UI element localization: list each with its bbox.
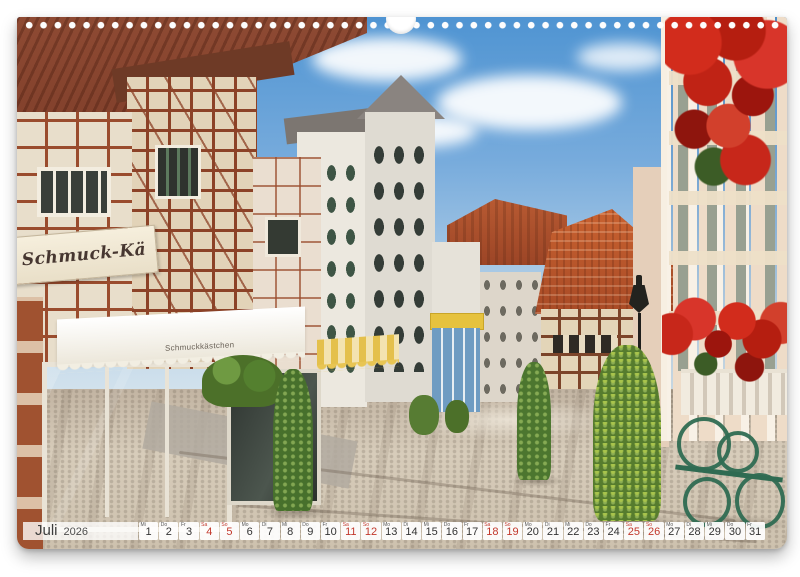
day-cell: Fr24 <box>604 522 623 540</box>
day-cell: Mo6 <box>240 522 259 540</box>
bench-scroll <box>683 477 731 527</box>
day-cell: Mi8 <box>281 522 300 540</box>
day-cell: Mo27 <box>665 522 684 540</box>
red-flower-boxes <box>662 289 787 389</box>
day-cell: Sa4 <box>200 522 219 540</box>
jewelry-shop-sign-text: Schmuck-Kä <box>21 240 147 271</box>
awning-text: Schmuckkästchen <box>165 340 234 353</box>
window-mullion <box>105 367 109 517</box>
day-cell: So12 <box>361 522 380 540</box>
day-cell: Fr10 <box>321 522 340 540</box>
day-cell: Do16 <box>442 522 461 540</box>
day-cell: Fr3 <box>179 522 198 540</box>
day-cell: Do2 <box>159 522 178 540</box>
day-cell: Mo20 <box>523 522 542 540</box>
day-cell: Sa25 <box>624 522 643 540</box>
topiary-column <box>273 369 313 511</box>
window <box>155 145 201 199</box>
timber-corner-post <box>17 297 43 549</box>
bench-scroll <box>717 431 759 473</box>
day-cell: So26 <box>644 522 663 540</box>
day-cell: Di28 <box>685 522 704 540</box>
day-cell: Mi22 <box>564 522 583 540</box>
window <box>265 217 301 257</box>
day-cell: Mi29 <box>705 522 724 540</box>
wrought-iron-bench <box>675 415 787 525</box>
day-cell: Mi1 <box>139 522 158 540</box>
bush <box>445 400 469 433</box>
topiary-column <box>517 362 551 480</box>
day-cell: Di7 <box>260 522 279 540</box>
day-cell: Do9 <box>301 522 320 540</box>
day-cell: Sa11 <box>341 522 360 540</box>
window-mullion <box>165 367 169 517</box>
day-cell: So19 <box>503 522 522 540</box>
hedge <box>202 355 284 407</box>
day-cell: Di14 <box>402 522 421 540</box>
lantern-finial <box>636 275 642 287</box>
window-row <box>553 335 617 353</box>
day-cell: Mo13 <box>382 522 401 540</box>
red-flower-cascade <box>665 17 787 187</box>
year-label: 2026 <box>64 526 88 538</box>
calendar-product-image: Schmuck-Kä Schmuckkästchen <box>0 0 800 577</box>
window <box>37 167 111 217</box>
day-cells: Mi1Do2Fr3Sa4So5Mo6Di7Mi8Do9Fr10Sa11So12M… <box>139 522 765 540</box>
day-cell: Fr17 <box>463 522 482 540</box>
cloud <box>577 43 667 71</box>
calendar-page: Schmuck-Kä Schmuckkästchen <box>17 17 787 549</box>
day-cell: Di21 <box>543 522 562 540</box>
day-cell: Do23 <box>584 522 603 540</box>
day-cell: Sa18 <box>483 522 502 540</box>
day-cell: Do30 <box>725 522 744 540</box>
yellow-awning <box>317 334 399 366</box>
day-cell: Fr31 <box>746 522 765 540</box>
day-cell: Mi15 <box>422 522 441 540</box>
topiary-column <box>593 345 661 521</box>
street-photo: Schmuck-Kä Schmuckkästchen <box>17 17 787 549</box>
month-name: Juli <box>35 522 58 540</box>
month-label: Juli 2026 <box>23 522 138 540</box>
bush <box>409 395 439 435</box>
day-cell: So5 <box>220 522 239 540</box>
